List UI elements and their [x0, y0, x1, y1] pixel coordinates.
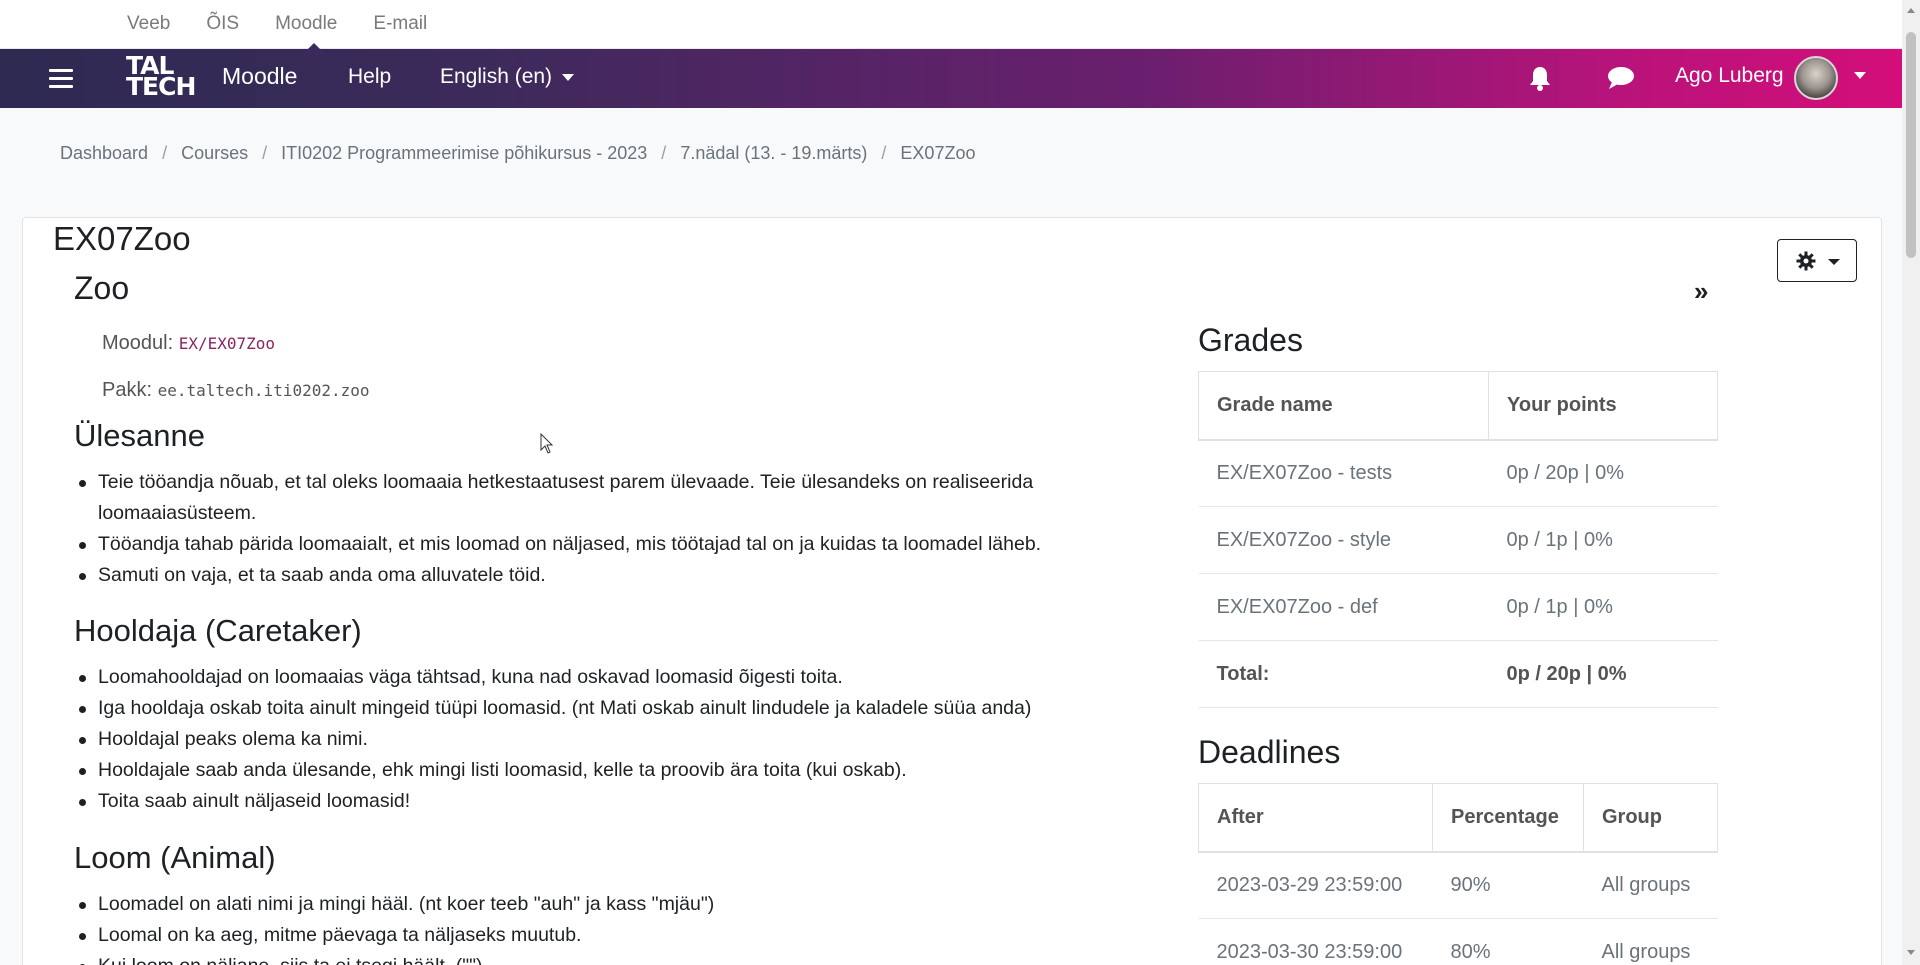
table-row: EX/EX07Zoo - tests 0p / 20p | 0% — [1198, 439, 1718, 507]
page-title: EX07Zoo — [53, 220, 191, 257]
top-link-ois[interactable]: ÕIS — [206, 13, 239, 35]
list-item: Hooldajal peaks olema ka nimi. — [79, 724, 1158, 755]
list-item: Samuti on vaja, et ta saab anda oma allu… — [79, 560, 1158, 591]
grade-name: EX/EX07Zoo - tests — [1198, 439, 1489, 507]
grades-header-name: Grade name — [1198, 371, 1489, 441]
user-name[interactable]: Ago Luberg — [1675, 64, 1784, 88]
deadlines-header-percentage: Percentage — [1432, 783, 1584, 853]
grade-points: 0p / 1p | 0% — [1488, 573, 1718, 641]
module-value: EX/EX07Zoo — [178, 334, 276, 353]
grades-heading: Grades — [1198, 322, 1303, 358]
table-row: 2023-03-29 23:59:00 90% All groups — [1198, 851, 1718, 919]
caretaker-list: Loomahooldajad on loomaaias väga tähtsad… — [79, 662, 1158, 817]
deadline-after: 2023-03-30 23:59:00 — [1198, 918, 1433, 965]
package-value: ee.taltech.iti0202.zoo — [157, 381, 370, 400]
package-info: Pakk: ee.taltech.iti0202.zoo — [102, 379, 370, 402]
caretaker-heading: Hooldaja (Caretaker) — [74, 613, 362, 648]
chevron-down-icon — [562, 73, 575, 81]
logo-line-2: TECH — [126, 72, 196, 101]
menu-icon[interactable] — [49, 69, 73, 93]
grade-name: EX/EX07Zoo - def — [1198, 573, 1489, 641]
exercise-heading: Zoo — [74, 270, 130, 306]
taltech-logo[interactable]: TAL TECH — [126, 53, 202, 101]
navbar: TAL TECH Moodle Help English (en) Ago Lu… — [0, 49, 1902, 108]
chevron-down-icon — [1828, 259, 1840, 265]
deadlines-heading: Deadlines — [1198, 734, 1341, 770]
language-menu[interactable]: English (en) — [440, 65, 575, 89]
list-item: Toita saab ainult näljaseid loomasid! — [79, 786, 1158, 817]
deadlines-header-group: Group — [1583, 783, 1718, 853]
list-item: Loomahooldajad on loomaaias väga tähtsad… — [79, 662, 1158, 693]
top-link-veeb[interactable]: Veeb — [127, 13, 170, 35]
total-label: Total: — [1198, 640, 1489, 708]
list-item: Loomadel on alati nimi ja mingi hääl. (n… — [79, 889, 1158, 920]
package-label: Pakk: — [102, 379, 153, 401]
task-list: Teie tööandja nõuab, et tal oleks loomaa… — [79, 467, 1158, 591]
deadline-after: 2023-03-29 23:59:00 — [1198, 851, 1433, 919]
deadlines-header-after: After — [1198, 783, 1433, 853]
breadcrumb-courses[interactable]: Courses — [181, 143, 248, 164]
deadline-percentage: 90% — [1432, 851, 1584, 919]
grade-points: 0p / 20p | 0% — [1488, 439, 1718, 507]
breadcrumb-week[interactable]: 7.nädal (13. - 19.märts) — [680, 143, 867, 164]
animal-heading: Loom (Animal) — [74, 840, 276, 875]
list-item: Tööandja tahab pärida loomaaialt, et mis… — [79, 529, 1158, 560]
scroll-down-icon[interactable] — [1907, 950, 1915, 955]
list-item: Iga hooldaja oskab toita ainult mingeid … — [79, 693, 1158, 724]
nav-help-link[interactable]: Help — [348, 65, 391, 89]
settings-menu-button[interactable] — [1777, 239, 1857, 282]
breadcrumb-dashboard[interactable]: Dashboard — [60, 143, 148, 164]
table-row: 2023-03-30 23:59:00 80% All groups — [1198, 918, 1718, 965]
deadlines-table: After Percentage Group 2023-03-29 23:59:… — [1198, 783, 1718, 965]
list-item: Teie tööandja nõuab, et tal oleks loomaa… — [79, 467, 1158, 529]
breadcrumb-course[interactable]: ITI0202 Programmeerimise põhikursus - 20… — [281, 143, 647, 164]
nav-moodle-link[interactable]: Moodle — [222, 63, 297, 90]
deadline-group: All groups — [1583, 851, 1718, 919]
grade-points: 0p / 1p | 0% — [1488, 506, 1718, 574]
scroll-up-icon[interactable] — [1907, 8, 1915, 13]
table-row: EX/EX07Zoo - def 0p / 1p | 0% — [1198, 573, 1718, 641]
scrollbar-thumb[interactable] — [1906, 32, 1916, 258]
top-links-bar: Veeb ÕIS Moodle E-mail — [0, 0, 1902, 49]
page-scrollbar[interactable] — [1902, 0, 1920, 965]
table-row: EX/EX07Zoo - style 0p / 1p | 0% — [1198, 506, 1718, 574]
bell-icon[interactable] — [1528, 65, 1552, 96]
top-link-moodle[interactable]: Moodle — [275, 13, 337, 35]
mouse-cursor-icon — [540, 432, 554, 460]
module-info: Moodul: EX/EX07Zoo — [102, 332, 275, 355]
gear-icon — [1796, 251, 1816, 276]
active-site-indicator — [302, 43, 326, 55]
table-row-total: Total: 0p / 20p | 0% — [1198, 640, 1718, 708]
list-item: Hooldajale saab anda ülesande, ehk mingi… — [79, 755, 1158, 786]
top-link-email[interactable]: E-mail — [373, 13, 427, 35]
list-item: Loomal on ka aeg, mitme päevaga ta nälja… — [79, 920, 1158, 951]
grade-name: EX/EX07Zoo - style — [1198, 506, 1489, 574]
avatar[interactable] — [1794, 56, 1838, 100]
module-label: Moodul: — [102, 332, 174, 354]
language-label: English (en) — [440, 65, 553, 88]
task-heading: Ülesanne — [74, 418, 205, 453]
chevron-down-icon[interactable] — [1854, 72, 1866, 79]
collapse-blocks-button[interactable]: » — [1694, 276, 1708, 307]
grades-table: Grade name Your points EX/EX07Zoo - test… — [1198, 371, 1718, 708]
total-value: 0p / 20p | 0% — [1488, 640, 1718, 708]
chat-icon[interactable] — [1607, 66, 1635, 95]
deadline-group: All groups — [1583, 918, 1718, 965]
deadline-percentage: 80% — [1432, 918, 1584, 965]
grades-header-points: Your points — [1488, 371, 1718, 441]
breadcrumb: Dashboard / Courses / ITI0202 Programmeeri… — [60, 143, 976, 164]
breadcrumb-current[interactable]: EX07Zoo — [900, 143, 975, 164]
list-item: Kui loom on näljane, siis ta ei tsegi hä… — [79, 951, 1158, 965]
animal-list: Loomadel on alati nimi ja mingi hääl. (n… — [79, 889, 1158, 965]
